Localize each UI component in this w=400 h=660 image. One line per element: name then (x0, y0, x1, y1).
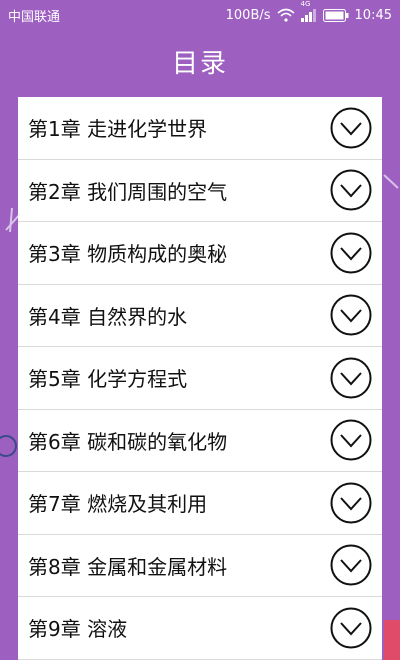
chapter-label: 第9章 溶液 (28, 617, 128, 642)
chevron-down-circle-icon[interactable] (330, 607, 372, 649)
chapter-item[interactable]: 第3章 物质构成的奥秘 (18, 222, 382, 285)
clock: 10:45 (354, 7, 392, 23)
battery-icon (322, 8, 349, 22)
chapter-label: 第2章 我们周围的空气 (28, 179, 228, 204)
chapter-label: 第3章 物质构成的奥秘 (28, 242, 228, 267)
chapter-item[interactable]: 第7章 燃烧及其利用 (18, 472, 382, 535)
chapter-item[interactable]: 第8章 金属和金属材料 (18, 535, 382, 597)
chevron-down-circle-icon[interactable] (330, 294, 372, 336)
chapter-item[interactable]: 第6章 碳和碳的氧化物 (18, 410, 382, 472)
chevron-down-circle-icon[interactable] (330, 232, 372, 274)
chevron-down-circle-icon[interactable] (330, 357, 372, 399)
wifi-icon (277, 8, 295, 22)
chapter-item[interactable]: 第9章 溶液 (18, 597, 382, 660)
chapter-item[interactable]: 第2章 我们周围的空气 (18, 160, 382, 222)
chapter-item[interactable]: 第1章 走进化学世界 (18, 97, 382, 160)
chapter-label: 第1章 走进化学世界 (28, 117, 208, 142)
chapter-item[interactable]: 第4章 自然界的水 (18, 285, 382, 347)
chapter-label: 第4章 自然界的水 (28, 304, 188, 329)
chapter-label: 第7章 燃烧及其利用 (28, 492, 208, 517)
status-bar: 中国联通 100B/s 4G 10:45 (0, 0, 400, 30)
chevron-down-circle-icon[interactable] (330, 544, 372, 586)
carrier-name: 中国联通 (8, 9, 61, 25)
chevron-down-circle-icon[interactable] (330, 107, 372, 149)
signal-icon (300, 9, 316, 22)
page-title: 目录 (171, 49, 228, 79)
network-speed: 100B/s (225, 7, 271, 23)
chapter-label: 第6章 碳和碳的氧化物 (28, 429, 228, 454)
chapter-label: 第8章 金属和金属材料 (28, 554, 228, 579)
chapter-label: 第5章 化学方程式 (28, 367, 188, 392)
chevron-down-circle-icon[interactable] (330, 482, 372, 524)
chapter-list: 第1章 走进化学世界 第2章 我们周围的空气 第3章 物质构成的奥秘 第4章 自然界的… (18, 97, 382, 660)
network-type-label: 4G (300, 0, 311, 8)
chapter-item[interactable]: 第5章 化学方程式 (18, 347, 382, 410)
chevron-down-circle-icon[interactable] (330, 419, 372, 461)
chevron-down-circle-icon[interactable] (330, 169, 372, 211)
